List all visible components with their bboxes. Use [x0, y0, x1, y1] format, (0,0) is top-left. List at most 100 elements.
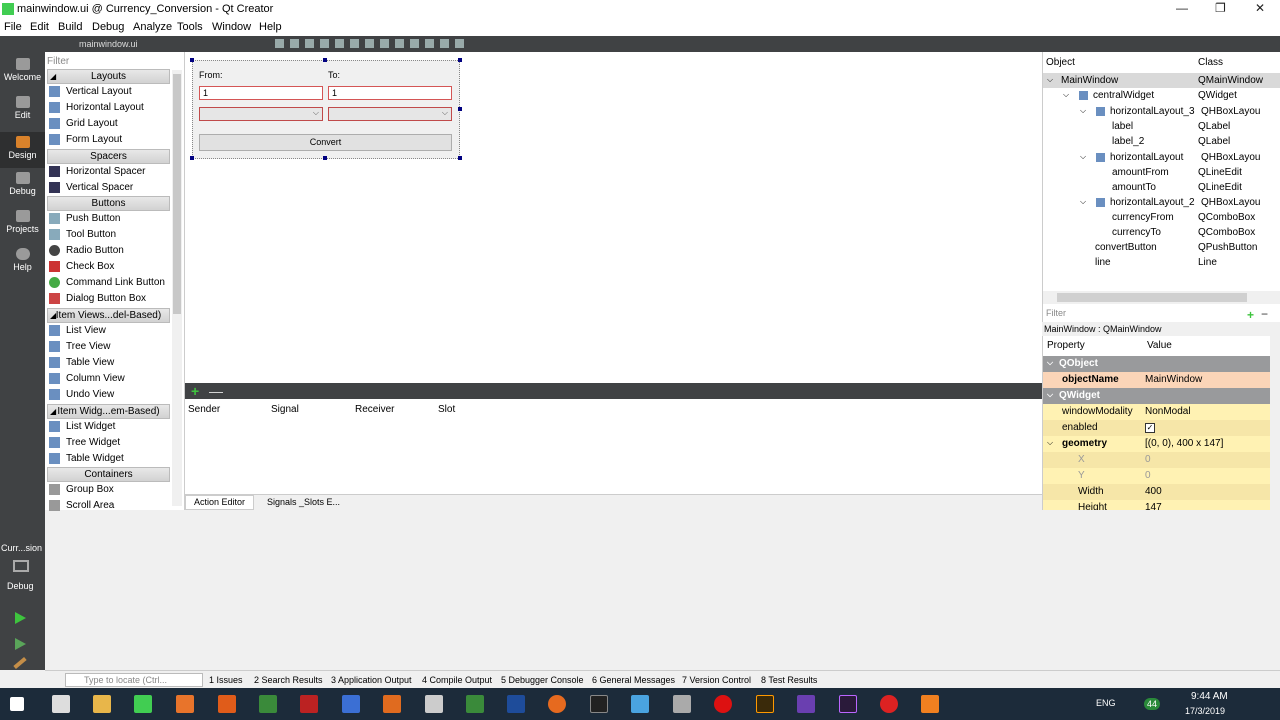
layout-tool-icon[interactable]: [410, 39, 419, 48]
widget-horizontal-spacer[interactable]: Horizontal Spacer: [49, 164, 174, 180]
amount-from-input[interactable]: 1: [199, 86, 323, 100]
tree-row[interactable]: amountFrom QLineEdit: [1043, 165, 1280, 180]
menu-build[interactable]: Build: [58, 21, 82, 33]
object-header[interactable]: Object: [1046, 57, 1075, 68]
menu-analyze[interactable]: Analyze: [133, 21, 172, 33]
language-indicator[interactable]: ENG: [1096, 698, 1116, 708]
opera-icon[interactable]: [714, 695, 732, 713]
close-button[interactable]: ✕: [1255, 1, 1265, 15]
property-scrollbar[interactable]: [1270, 336, 1280, 510]
resize-handle[interactable]: [458, 156, 462, 160]
widgetbox-filter[interactable]: Filter: [47, 56, 69, 67]
widget-group-box[interactable]: Group Box: [49, 482, 174, 498]
category-buttons[interactable]: Buttons: [47, 196, 170, 211]
tree-row[interactable]: amountTo QLineEdit: [1043, 180, 1280, 195]
tab-general-messages[interactable]: 6 General Messages: [592, 675, 675, 685]
category-item-widgets[interactable]: ◢ Item Widg...em-Based): [47, 404, 170, 419]
mode-projects[interactable]: Projects: [0, 210, 45, 234]
tree-row[interactable]: label_2 QLabel: [1043, 134, 1280, 149]
tab-issues[interactable]: 1 Issues: [209, 675, 243, 685]
widget-undo-view[interactable]: Undo View: [49, 387, 174, 403]
app-icon[interactable]: [673, 695, 691, 713]
blender-icon[interactable]: [176, 695, 194, 713]
app-icon[interactable]: [342, 695, 360, 713]
menu-debug[interactable]: Debug: [92, 21, 124, 33]
currency-to-combo[interactable]: ⌵: [328, 107, 452, 121]
form-canvas[interactable]: From: To: 1 1 ⌵ ⌵ Convert: [185, 52, 1042, 383]
resize-handle[interactable]: [323, 58, 327, 62]
widget-command-link-button[interactable]: Command Link Button: [49, 275, 174, 291]
illustrator-icon[interactable]: [756, 695, 774, 713]
widget-table-view[interactable]: Table View: [49, 355, 174, 371]
to-label[interactable]: To:: [328, 70, 340, 80]
widget-push-button[interactable]: Push Button: [49, 211, 174, 227]
resize-handle[interactable]: [458, 107, 462, 111]
property-header[interactable]: Property: [1047, 336, 1085, 356]
widget-list-widget[interactable]: List Widget: [49, 419, 174, 435]
qt-creator-taskbar-icon[interactable]: [134, 695, 152, 713]
category-item-views[interactable]: ◢ Item Views...del-Based): [47, 308, 170, 323]
firefox-icon[interactable]: [548, 695, 566, 713]
widget-list-view[interactable]: List View: [49, 323, 174, 339]
premiere-icon[interactable]: [839, 695, 857, 713]
tab-search-results[interactable]: 2 Search Results: [254, 675, 323, 685]
file-explorer-icon[interactable]: [93, 695, 111, 713]
tab-test-results[interactable]: 8 Test Results: [761, 675, 817, 685]
menu-tools[interactable]: Tools: [177, 21, 203, 33]
from-label[interactable]: From:: [199, 70, 223, 80]
widget-scroll-area[interactable]: Scroll Area: [49, 498, 174, 514]
layout-tool-icon[interactable]: [320, 39, 329, 48]
layout-tool-icon[interactable]: [335, 39, 344, 48]
widget-table-widget[interactable]: Table Widget: [49, 451, 174, 467]
hammer-icon[interactable]: [13, 656, 27, 670]
receiver-header[interactable]: Receiver: [355, 404, 394, 415]
category-spacers[interactable]: Spacers: [47, 149, 170, 164]
layout-tool-icon[interactable]: [395, 39, 404, 48]
widget-dialog-button-box[interactable]: Dialog Button Box: [49, 291, 174, 307]
tab-version-control[interactable]: 7 Version Control: [682, 675, 751, 685]
mode-edit[interactable]: Edit: [0, 96, 45, 120]
menu-window[interactable]: Window: [212, 21, 251, 33]
tab-application-output[interactable]: 3 Application Output: [331, 675, 412, 685]
layout-tool-icon[interactable]: [425, 39, 434, 48]
notification-badge[interactable]: 44: [1144, 698, 1161, 710]
visual-studio-icon[interactable]: [797, 695, 815, 713]
tree-row[interactable]: ⌵ horizontalLayout QHBoxLayou: [1043, 150, 1280, 165]
mode-help[interactable]: Help: [0, 248, 45, 272]
widget-tree-widget[interactable]: Tree Widget: [49, 435, 174, 451]
main-window-form[interactable]: From: To: 1 1 ⌵ ⌵ Convert: [192, 60, 460, 159]
tree-row[interactable]: currencyTo QComboBox: [1043, 225, 1280, 240]
tree-row[interactable]: label QLabel: [1043, 119, 1280, 134]
widget-form-layout[interactable]: Form Layout: [49, 132, 174, 148]
category-layouts[interactable]: ◢ Layouts: [47, 69, 170, 84]
widgetbox-scroll-thumb[interactable]: [173, 74, 181, 314]
widget-grid-layout[interactable]: Grid Layout: [49, 116, 174, 132]
prop-enabled[interactable]: enabled ✓: [1043, 420, 1271, 436]
mode-debug[interactable]: Debug: [0, 172, 45, 196]
filezilla-icon[interactable]: [300, 695, 318, 713]
widget-column-view[interactable]: Column View: [49, 371, 174, 387]
prop-width[interactable]: Width 400: [1043, 484, 1271, 500]
tree-row[interactable]: ⌵ centralWidget QWidget: [1043, 88, 1280, 103]
property-filter-input[interactable]: Filter: [1046, 308, 1066, 318]
layout-tool-icon[interactable]: [365, 39, 374, 48]
object-hscrollbar[interactable]: [1043, 291, 1280, 304]
layout-tool-icon[interactable]: [275, 39, 284, 48]
tab-debugger-console[interactable]: 5 Debugger Console: [501, 675, 584, 685]
scroll-thumb[interactable]: [1057, 293, 1247, 302]
photoshop-icon[interactable]: [507, 695, 525, 713]
layout-tool-icon[interactable]: [455, 39, 464, 48]
widget-vertical-spacer[interactable]: Vertical Spacer: [49, 180, 174, 196]
tab-compile-output[interactable]: 4 Compile Output: [422, 675, 492, 685]
remove-property-icon[interactable]: −: [1261, 307, 1268, 321]
prop-windowmodality[interactable]: windowModality NonModal: [1043, 404, 1271, 420]
mail-icon[interactable]: [52, 695, 70, 713]
tab-signals-slots[interactable]: Signals _Slots E...: [267, 497, 340, 507]
category-containers[interactable]: Containers: [47, 467, 170, 482]
resize-handle[interactable]: [190, 58, 194, 62]
tree-row[interactable]: ⌵ MainWindow QMainWindow: [1043, 73, 1280, 88]
layout-tool-icon[interactable]: [290, 39, 299, 48]
prop-x[interactable]: X0: [1043, 452, 1271, 468]
sender-header[interactable]: Sender: [188, 404, 220, 415]
windows-start-icon[interactable]: [10, 697, 24, 711]
